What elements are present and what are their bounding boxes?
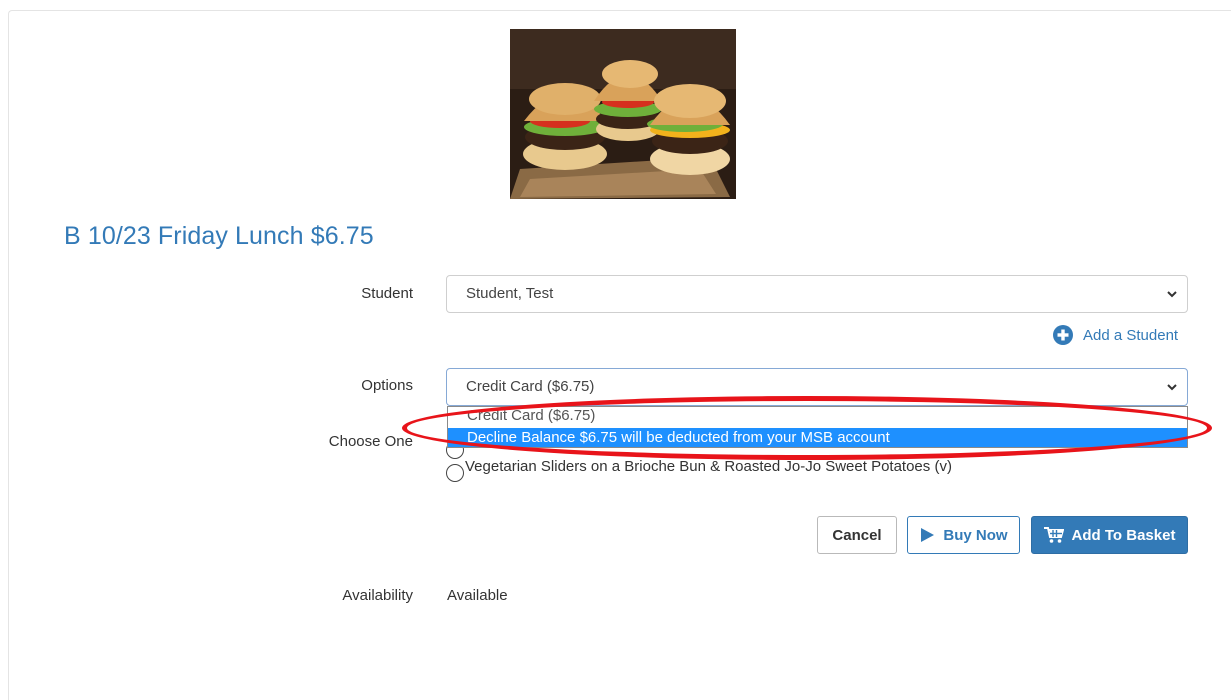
options-label: Options [361,377,413,394]
cancel-button-label: Cancel [832,526,882,544]
product-image [510,29,736,199]
plus-circle-icon [1053,325,1073,345]
student-select-value: Student, Test [466,285,554,302]
options-select[interactable]: Credit Card ($6.75) [446,368,1188,406]
dropdown-option-credit-card[interactable]: Credit Card ($6.75) [448,407,1187,428]
choice-option-vegetarian[interactable]: Vegetarian Sliders on a Brioche Bun & Ro… [446,455,952,482]
buy-now-button-label: Buy Now [943,526,1008,544]
item-title: B 10/23 Friday Lunch $6.75 [64,222,374,250]
sliders-photo [510,29,736,199]
chevron-down-icon [1167,384,1177,391]
add-student-label: Add a Student [1083,326,1179,344]
cancel-button[interactable]: Cancel [817,516,897,554]
choose-one-label: Choose One [328,433,413,450]
buy-now-button[interactable]: Buy Now [907,516,1020,554]
options-dropdown-list[interactable]: Credit Card ($6.75) Decline Balance $6.7… [447,406,1188,448]
options-select-value: Credit Card ($6.75) [466,378,595,395]
add-to-basket-label: Add To Basket [1071,526,1176,544]
availability-label: Availability [342,587,413,604]
play-icon [921,528,935,542]
student-select[interactable]: Student, Test [446,275,1188,313]
choice-text-vegetarian: Vegetarian Sliders on a Brioche Bun & Ro… [465,457,952,475]
student-label: Student [361,285,413,302]
add-student-link[interactable]: Add a Student [1053,324,1178,346]
availability-value: Available [447,587,508,604]
dropdown-option-decline-balance[interactable]: Decline Balance $6.75 will be deducted f… [448,428,1187,447]
cart-icon [1043,527,1064,543]
choice-radio-vegetarian[interactable] [446,464,464,482]
add-to-basket-button[interactable]: Add To Basket [1031,516,1188,554]
chevron-down-icon [1167,291,1177,298]
